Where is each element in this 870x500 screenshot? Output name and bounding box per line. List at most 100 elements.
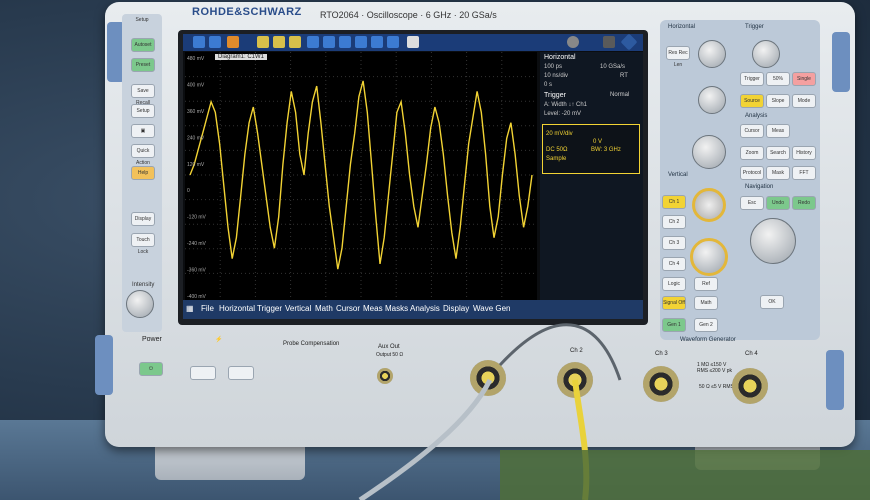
logic-button[interactable]: Logic: [662, 277, 686, 291]
menu-wavegen[interactable]: Wave Gen: [473, 304, 511, 313]
protocol-button[interactable]: Protocol: [740, 166, 764, 180]
navigation-wheel[interactable]: [750, 218, 796, 264]
measure-icon[interactable]: [257, 36, 269, 48]
res-rec-len-button[interactable]: Res Rec Len: [666, 46, 690, 68]
display-button[interactable]: Display: [131, 212, 155, 226]
usb-port-2[interactable]: [228, 366, 254, 380]
setup-label: Setup: [135, 17, 149, 23]
horizontal-line2: 10 GSa/s: [600, 64, 626, 70]
setup-button[interactable]: Setup: [131, 104, 155, 118]
back-icon[interactable]: [193, 36, 205, 48]
print-button[interactable]: ▣: [131, 124, 155, 138]
menu-math[interactable]: Math: [315, 304, 333, 313]
ch3-button[interactable]: Ch 3: [662, 236, 686, 250]
redo-button[interactable]: Redo: [792, 196, 816, 210]
ref-button[interactable]: Ref: [694, 277, 718, 291]
ch3-connector[interactable]: [643, 366, 679, 402]
menu-trigger[interactable]: Trigger: [257, 304, 282, 313]
mode-button[interactable]: Mode: [792, 94, 816, 108]
y-tick: 240 mV: [187, 135, 205, 141]
ch3-label: Ch 3: [655, 351, 668, 357]
ch1-line3: DC 50Ω: [546, 147, 568, 153]
trash-icon[interactable]: [407, 36, 419, 48]
search-icon[interactable]: [339, 36, 351, 48]
fft-button[interactable]: FFT: [792, 166, 816, 180]
power-button[interactable]: ⏻: [139, 362, 163, 376]
test-board: [500, 450, 870, 500]
gen2-button[interactable]: Gen 2: [694, 318, 718, 332]
ok-button[interactable]: OK: [760, 295, 784, 309]
resolution-knob[interactable]: [698, 40, 726, 68]
y-tick: -240 mV: [187, 241, 207, 247]
diagram-tab[interactable]: Diagram1: C1W1: [215, 54, 268, 60]
zoom-fit-icon[interactable]: [289, 36, 301, 48]
ch4-button[interactable]: Ch 4: [662, 257, 686, 271]
scale-knob[interactable]: [692, 135, 726, 169]
intensity-knob[interactable]: [126, 290, 154, 318]
touch-lock-button[interactable]: Touch Lock: [131, 233, 155, 255]
vertical-scale-knob[interactable]: [690, 238, 728, 276]
offset-knob[interactable]: [692, 188, 726, 222]
ch1-line4: BW: 3 GHz: [591, 147, 621, 153]
menu-horizontal[interactable]: Horizontal: [219, 304, 255, 313]
mask-icon[interactable]: [323, 36, 335, 48]
ch2-connector[interactable]: [557, 362, 593, 398]
y-tick: 120 mV: [187, 162, 205, 168]
menu-cursor[interactable]: Cursor: [336, 304, 360, 313]
quick-action-button[interactable]: Quick Action: [131, 144, 155, 166]
ch1-connector[interactable]: [470, 360, 506, 396]
hd-icon[interactable]: [603, 36, 615, 48]
ch1-button[interactable]: Ch 1: [662, 195, 686, 209]
y-tick: -120 mV: [187, 215, 207, 221]
single-button[interactable]: Single: [792, 72, 816, 86]
menu-file[interactable]: File: [201, 304, 214, 313]
screen-toolbar: [183, 33, 643, 51]
horizontal-line4: RT: [620, 73, 628, 79]
math-icon[interactable]: [371, 36, 383, 48]
ch1-info-box[interactable]: 20 mV/div 0 V DC 50Ω BW: 3 GHz Sample: [542, 124, 640, 174]
source-button[interactable]: Source: [740, 94, 764, 108]
usb-icon: ⚡: [215, 337, 223, 343]
save-recall-button[interactable]: Save Recall: [131, 84, 155, 106]
gear-icon[interactable]: [567, 36, 579, 48]
menu-masks[interactable]: Masks: [385, 304, 408, 313]
forward-icon[interactable]: [209, 36, 221, 48]
menu-vertical[interactable]: Vertical: [285, 304, 311, 313]
history-button[interactable]: History: [792, 146, 816, 160]
histogram-icon[interactable]: [307, 36, 319, 48]
menu-display[interactable]: Display: [443, 304, 469, 313]
preset-button[interactable]: Preset: [131, 58, 155, 72]
waveform-grid[interactable]: 480 mV 400 mV 360 mV 240 mV 120 mV 0 -120 mV -2…: [185, 52, 537, 314]
meas-button[interactable]: Meas: [766, 124, 790, 138]
cursor-button[interactable]: Cursor: [740, 124, 764, 138]
display-screen: 480 mV 400 mV 360 mV 240 mV 120 mV 0 -120 mV -2…: [183, 33, 643, 319]
esc-button[interactable]: Esc: [740, 196, 764, 210]
menu-meas[interactable]: Meas: [363, 304, 383, 313]
zoom-icon[interactable]: [273, 36, 285, 48]
grid-menu-icon[interactable]: ▦: [186, 304, 194, 313]
signal-off-button[interactable]: Signal Off: [662, 296, 686, 310]
slope-button[interactable]: Slope: [766, 94, 790, 108]
math-button[interactable]: Math: [694, 296, 718, 310]
search-button[interactable]: Search: [766, 146, 790, 160]
rs-icon[interactable]: [620, 33, 638, 51]
zoom-button[interactable]: Zoom: [740, 146, 764, 160]
aux-out-connector[interactable]: [377, 368, 393, 384]
ref-icon[interactable]: [387, 36, 399, 48]
usb-port-1[interactable]: [190, 366, 216, 380]
ch2-button[interactable]: Ch 2: [662, 215, 686, 229]
fifty-percent-button[interactable]: 50%: [766, 72, 790, 86]
level-knob[interactable]: [752, 40, 780, 68]
trigger-button[interactable]: Trigger: [740, 72, 764, 86]
gen1-button[interactable]: Gen 1: [662, 318, 686, 332]
undo-button[interactable]: Undo: [766, 196, 790, 210]
fft-icon[interactable]: [355, 36, 367, 48]
mask-button[interactable]: Mask: [766, 166, 790, 180]
position-knob[interactable]: [698, 86, 726, 114]
menu-analysis[interactable]: Analysis: [410, 304, 440, 313]
autoset-button[interactable]: Autoset: [131, 38, 155, 52]
ch4-connector[interactable]: [732, 368, 768, 404]
help-button[interactable]: Help: [131, 166, 155, 180]
undo-icon[interactable]: [227, 36, 239, 48]
trigger-section-title: Trigger: [745, 24, 764, 30]
